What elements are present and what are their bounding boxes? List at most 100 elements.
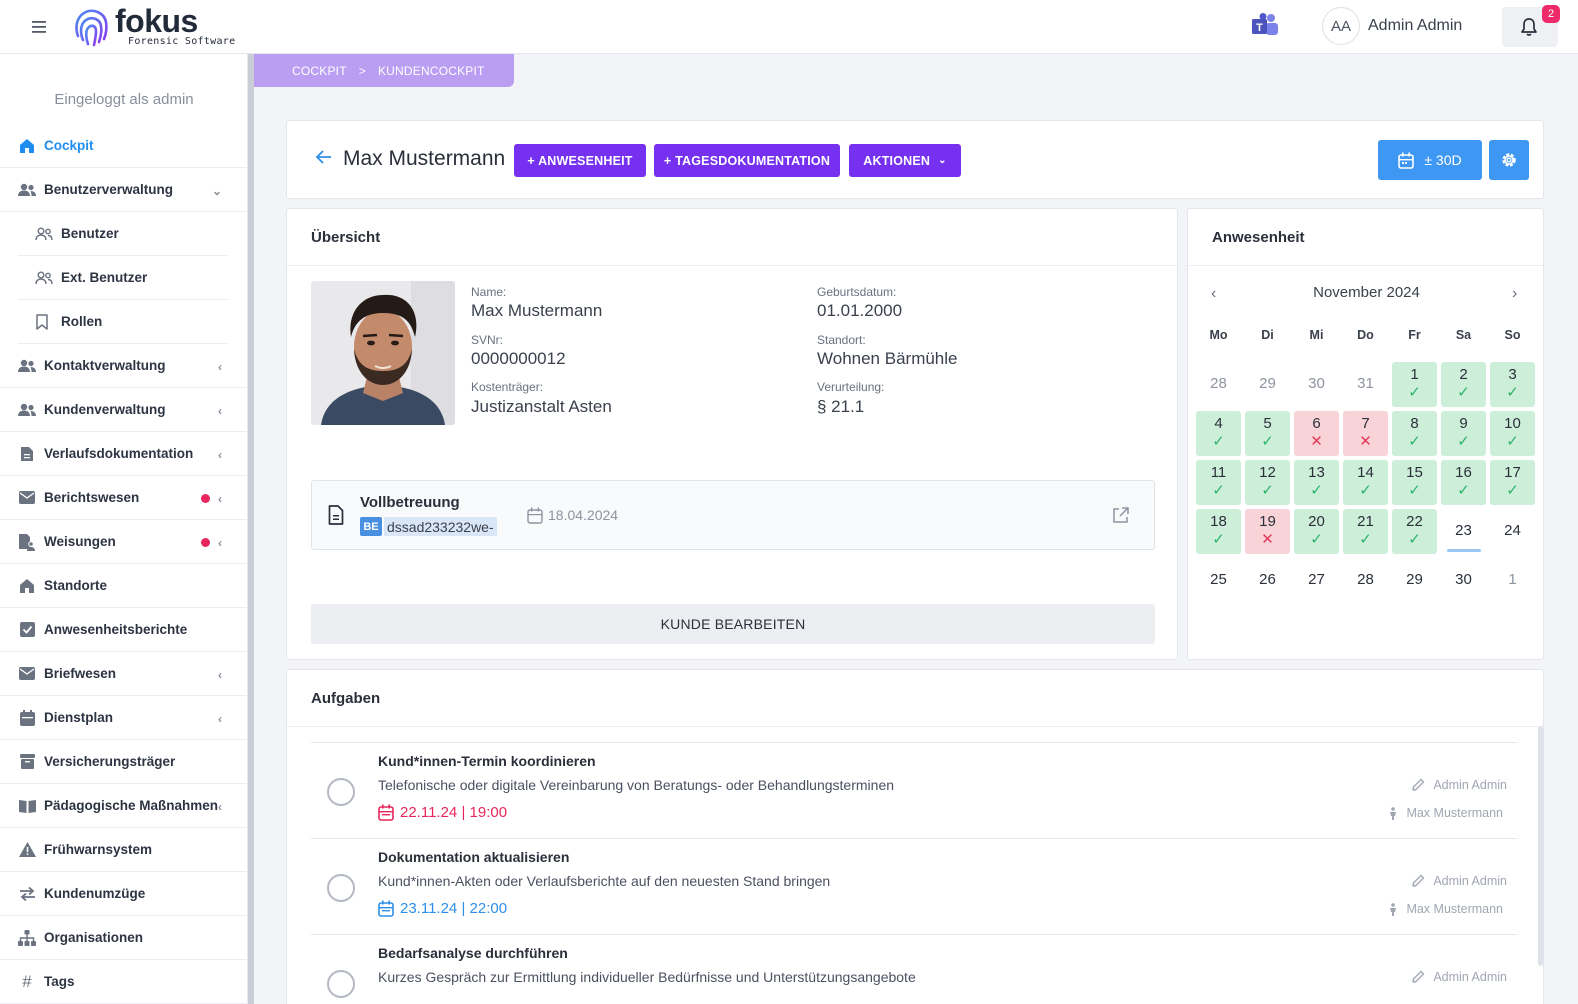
calendar-icon: [1398, 152, 1415, 169]
task-item[interactable]: Dokumentation aktualisieren Kund*innen-A…: [311, 838, 1517, 934]
calendar-day[interactable]: 12 ✓: [1245, 460, 1290, 505]
task-complete-checkbox[interactable]: [327, 778, 355, 806]
task-complete-checkbox[interactable]: [327, 874, 355, 902]
sidebar-item-label: Kontaktverwaltung: [44, 358, 166, 373]
users-icon: [18, 357, 36, 375]
breadcrumb-root[interactable]: COCKPIT: [292, 64, 347, 78]
calendar-day[interactable]: 1 ✓: [1392, 362, 1437, 407]
task-complete-checkbox[interactable]: [327, 970, 355, 998]
calendar-day[interactable]: 2 ✓: [1441, 362, 1486, 407]
calendar-day[interactable]: 8 ✓: [1392, 411, 1437, 456]
cross-icon: ✕: [1359, 433, 1372, 450]
calendar-day[interactable]: 23: [1441, 509, 1486, 554]
sidebar-item-dienstplan[interactable]: Dienstplan ‹: [0, 696, 248, 740]
service-title: Vollbetreuung: [360, 494, 460, 511]
sidebar-item-benutzerverwaltung[interactable]: Benutzerverwaltung ⌄: [0, 168, 248, 212]
calendar-weekday: Sa: [1455, 328, 1472, 342]
sidebar-item-organisationen[interactable]: Organisationen: [0, 916, 248, 960]
calendar-day[interactable]: 3 ✓: [1490, 362, 1535, 407]
calendar-day[interactable]: 27: [1294, 558, 1339, 603]
sidebar-item-kontaktverwaltung[interactable]: Kontaktverwaltung ‹: [0, 344, 248, 388]
sidebar-item-verlaufsdokumentation[interactable]: Verlaufsdokumentation ‹: [0, 432, 248, 476]
calendar-day[interactable]: 29: [1245, 362, 1290, 407]
fingerprint-logo-icon: [72, 6, 110, 48]
calendar-day[interactable]: 7 ✕: [1343, 411, 1388, 456]
task-description: Kund*innen-Akten oder Verlaufsberichte a…: [378, 873, 831, 889]
menu-icon[interactable]: [28, 17, 50, 37]
calendar-day[interactable]: 16 ✓: [1441, 460, 1486, 505]
sidebar-item-anwesenheitsberichte[interactable]: Anwesenheitsberichte: [0, 608, 248, 652]
sidebar-item-ext-benutzer[interactable]: Ext. Benutzer: [18, 256, 228, 300]
calendar-day[interactable]: 5 ✓: [1245, 411, 1290, 456]
calendar-day[interactable]: 9 ✓: [1441, 411, 1486, 456]
calendar-day[interactable]: 24: [1490, 509, 1535, 554]
sidebar-item-briefwesen[interactable]: Briefwesen ‹: [0, 652, 248, 696]
calendar-day-number: 12: [1259, 464, 1276, 481]
attendance-title: Anwesenheit: [1212, 229, 1305, 246]
calendar-day[interactable]: 28: [1196, 362, 1241, 407]
sidebar-item-standorte[interactable]: Standorte: [0, 564, 248, 608]
arrow-left-icon[interactable]: [315, 149, 333, 165]
task-item[interactable]: Bedarfsanalyse durchführen Kurzes Gesprä…: [311, 934, 1517, 1004]
service-card[interactable]: Vollbetreuung BE dssad233232we- 18.04.20…: [311, 480, 1155, 550]
actions-dropdown[interactable]: AKTIONEN ⌄: [849, 144, 961, 177]
calendar-day[interactable]: 4 ✓: [1196, 411, 1241, 456]
calendar-day[interactable]: 17 ✓: [1490, 460, 1535, 505]
calendar-day[interactable]: 22 ✓: [1392, 509, 1437, 554]
check-icon: ✓: [1310, 531, 1323, 548]
calendar-day[interactable]: 14 ✓: [1343, 460, 1388, 505]
calendar-day[interactable]: 30: [1441, 558, 1486, 603]
calendar-day-number: 21: [1357, 513, 1374, 530]
calendar-day[interactable]: 31: [1343, 362, 1388, 407]
calendar-day[interactable]: 10 ✓: [1490, 411, 1535, 456]
calendar-day[interactable]: 25: [1196, 558, 1241, 603]
calendar-day[interactable]: 15 ✓: [1392, 460, 1437, 505]
sidebar-item-weisungen[interactable]: Weisungen ‹: [0, 520, 248, 564]
task-item[interactable]: Kund*innen-Termin koordinieren Telefonis…: [311, 742, 1517, 838]
sidebar-item-label: Organisationen: [44, 930, 144, 945]
task-client: Max Mustermann: [1388, 902, 1503, 916]
date-range-button[interactable]: ± 30D: [1378, 140, 1482, 180]
user-name[interactable]: Admin Admin: [1368, 17, 1462, 35]
calendar-day[interactable]: 20 ✓: [1294, 509, 1339, 554]
calendar-day[interactable]: 11 ✓: [1196, 460, 1241, 505]
tasks-scrollbar[interactable]: [1538, 726, 1543, 966]
calendar-day[interactable]: 28: [1343, 558, 1388, 603]
user-avatar[interactable]: AA: [1322, 7, 1360, 45]
calendar-day[interactable]: 13 ✓: [1294, 460, 1339, 505]
calendar-next-button[interactable]: ›: [1512, 285, 1517, 303]
notifications-button[interactable]: 2: [1502, 5, 1560, 47]
sidebar-item-paedagogische-massnahmen[interactable]: Pädagogische Maßnahmen ‹: [0, 784, 248, 828]
org-icon: [18, 929, 36, 947]
sidebar-item-cockpit[interactable]: Cockpit: [0, 124, 248, 168]
sidebar-item-kundenverwaltung[interactable]: Kundenverwaltung ‹: [0, 388, 248, 432]
edit-customer-button[interactable]: KUNDE BEARBEITEN: [311, 604, 1155, 644]
add-attendance-button[interactable]: + ANWESENHEIT: [514, 144, 646, 177]
sidebar-item-berichtswesen[interactable]: Berichtswesen ‹: [0, 476, 248, 520]
calendar-day-number: 2: [1459, 366, 1468, 383]
calendar-day[interactable]: 1: [1490, 558, 1535, 603]
brand-name: fokus: [115, 3, 198, 39]
calendar-day[interactable]: 30: [1294, 362, 1339, 407]
top-bar: fokus Forensic Software T AA Admin Admin…: [0, 0, 1578, 54]
calendar-day[interactable]: 18 ✓: [1196, 509, 1241, 554]
calendar-day[interactable]: 26: [1245, 558, 1290, 603]
add-daily-doc-button[interactable]: + TAGESDOKUMENTATION: [654, 144, 840, 177]
calendar-day-number: 31: [1357, 375, 1374, 392]
check-icon: ✓: [1506, 433, 1519, 450]
sidebar-item-tags[interactable]: # Tags: [0, 960, 248, 1004]
sidebar-item-benutzer[interactable]: Benutzer: [18, 212, 228, 256]
calendar-day[interactable]: 6 ✕: [1294, 411, 1339, 456]
settings-button[interactable]: [1489, 140, 1529, 180]
sidebar-item-fruehwarnsystem[interactable]: Frühwarnsystem: [0, 828, 248, 872]
sidebar-scroll-edge[interactable]: [248, 54, 254, 1004]
sidebar-item-kundenumzuege[interactable]: Kundenumzüge: [0, 872, 248, 916]
sidebar-item-rollen[interactable]: Rollen: [18, 300, 228, 344]
calendar-day[interactable]: 19 ✕: [1245, 509, 1290, 554]
teams-icon[interactable]: T: [1250, 12, 1280, 40]
calendar-day[interactable]: 21 ✓: [1343, 509, 1388, 554]
calendar-day[interactable]: 29: [1392, 558, 1437, 603]
sidebar-item-versicherungstraeger[interactable]: Versicherungsträger: [0, 740, 248, 784]
calendar-day-number: 30: [1308, 375, 1325, 392]
external-link-icon[interactable]: [1112, 506, 1130, 524]
